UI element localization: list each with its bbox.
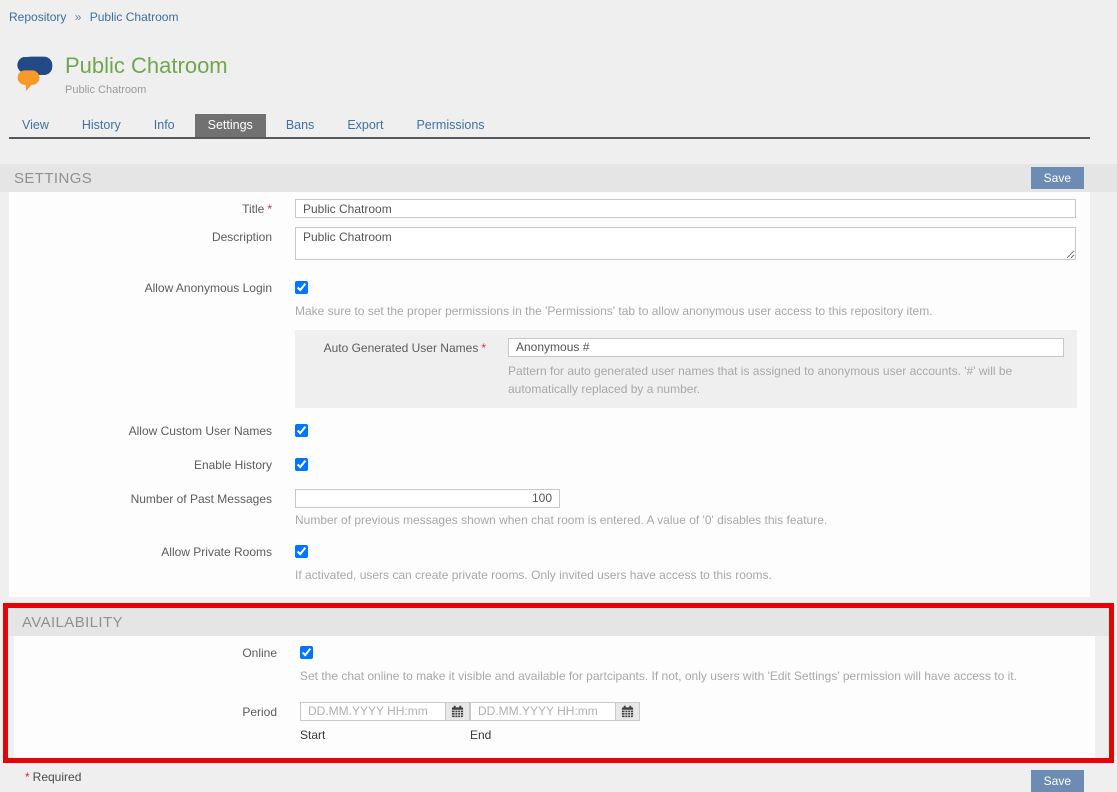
allow-anonymous-login-row: Allow Anonymous Login Make sure to set t… [9, 278, 1090, 320]
page-header: Public Chatroom Public Chatroom [14, 52, 1117, 96]
breadcrumb-current-link[interactable]: Public Chatroom [90, 10, 179, 24]
tab-permissions[interactable]: Permissions [403, 114, 497, 137]
availability-form-panel: Online Set the chat online to make it vi… [14, 636, 1095, 757]
tab-bar: View History Info Settings Bans Export P… [9, 114, 1090, 139]
chat-bubbles-icon [14, 52, 54, 96]
online-row: Online Set the chat online to make it vi… [14, 643, 1095, 685]
title-label: Title* [9, 199, 295, 216]
enable-history-checkbox[interactable] [295, 458, 308, 471]
tab-bans[interactable]: Bans [273, 114, 328, 137]
allow-private-rooms-help: If activated, users can create private r… [295, 567, 1085, 584]
tab-export[interactable]: Export [334, 114, 396, 137]
auto-generated-user-names-input[interactable] [508, 338, 1064, 357]
period-start-caption: Start [300, 728, 470, 742]
footer: *Required Save [0, 770, 1117, 792]
auto-generated-user-names-label-text: Auto Generated User Names [324, 341, 479, 355]
allow-private-rooms-label: Allow Private Rooms [9, 542, 295, 559]
settings-section-header: SETTINGS Save [0, 164, 1117, 192]
availability-highlight-box: AVAILABILITY Online Set the chat online … [3, 603, 1114, 762]
period-end-calendar-button[interactable] [616, 702, 640, 721]
period-end-input[interactable] [470, 702, 616, 721]
auto-generated-user-names-label: Auto Generated User Names* [295, 338, 508, 355]
required-asterisk: * [267, 202, 272, 216]
page-subtitle: Public Chatroom [65, 84, 228, 96]
number-of-past-messages-help: Number of previous messages shown when c… [295, 512, 1085, 529]
description-label: Description [9, 227, 295, 244]
tab-info[interactable]: Info [141, 114, 188, 137]
save-button-top[interactable]: Save [1031, 167, 1084, 189]
allow-anonymous-login-checkbox[interactable] [295, 281, 308, 294]
settings-section-title: SETTINGS [14, 170, 92, 187]
auto-generated-user-names-help: Pattern for auto generated user names th… [508, 362, 1068, 398]
description-textarea[interactable]: Public Chatroom [295, 227, 1076, 260]
allow-private-rooms-checkbox[interactable] [295, 545, 308, 558]
required-asterisk: * [481, 341, 486, 355]
breadcrumb-separator: » [75, 10, 82, 24]
allow-private-rooms-row: Allow Private Rooms If activated, users … [9, 542, 1090, 584]
allow-anonymous-login-help: Make sure to set the proper permissions … [295, 303, 1085, 320]
online-label: Online [14, 643, 300, 660]
tab-settings[interactable]: Settings [195, 114, 266, 137]
period-label: Period [14, 702, 300, 719]
title-input[interactable] [295, 199, 1076, 218]
enable-history-row: Enable History [9, 455, 1090, 476]
title-row: Title* [9, 199, 1090, 218]
title-label-text: Title [242, 202, 264, 216]
allow-custom-user-names-row: Allow Custom User Names [9, 421, 1090, 442]
settings-form-panel: Title* Description Public Chatroom Allow… [9, 192, 1090, 597]
required-note: *Required [25, 770, 81, 784]
breadcrumb-repository-link[interactable]: Repository [9, 10, 66, 24]
allow-custom-user-names-label: Allow Custom User Names [9, 421, 295, 438]
page-title: Public Chatroom [65, 54, 228, 78]
period-start-calendar-button[interactable] [446, 702, 470, 721]
auto-generated-user-names-panel: Auto Generated User Names* Pattern for a… [295, 330, 1077, 408]
number-of-past-messages-input[interactable] [295, 489, 560, 508]
save-button-bottom[interactable]: Save [1031, 770, 1084, 792]
availability-section-title: AVAILABILITY [22, 614, 123, 631]
period-row: Period [14, 702, 1095, 742]
tab-view[interactable]: View [9, 114, 62, 137]
allow-anonymous-login-label: Allow Anonymous Login [9, 278, 295, 295]
calendar-icon [451, 705, 464, 718]
period-start-input[interactable] [300, 702, 446, 721]
period-end-group [470, 702, 640, 721]
availability-section-header: AVAILABILITY [8, 608, 1109, 636]
allow-custom-user-names-checkbox[interactable] [295, 424, 308, 437]
required-asterisk: * [25, 770, 30, 784]
online-checkbox[interactable] [300, 646, 313, 659]
period-end-caption: End [470, 728, 640, 742]
enable-history-label: Enable History [9, 455, 295, 472]
required-note-text: Required [33, 770, 82, 784]
online-help: Set the chat online to make it visible a… [300, 668, 1090, 685]
description-row: Description Public Chatroom [9, 227, 1090, 265]
number-of-past-messages-label: Number of Past Messages [9, 489, 295, 506]
period-start-group [300, 702, 470, 721]
breadcrumb: Repository » Public Chatroom [0, 0, 1117, 24]
calendar-icon [621, 705, 634, 718]
number-of-past-messages-row: Number of Past Messages Number of previo… [9, 489, 1090, 529]
tab-history[interactable]: History [69, 114, 134, 137]
